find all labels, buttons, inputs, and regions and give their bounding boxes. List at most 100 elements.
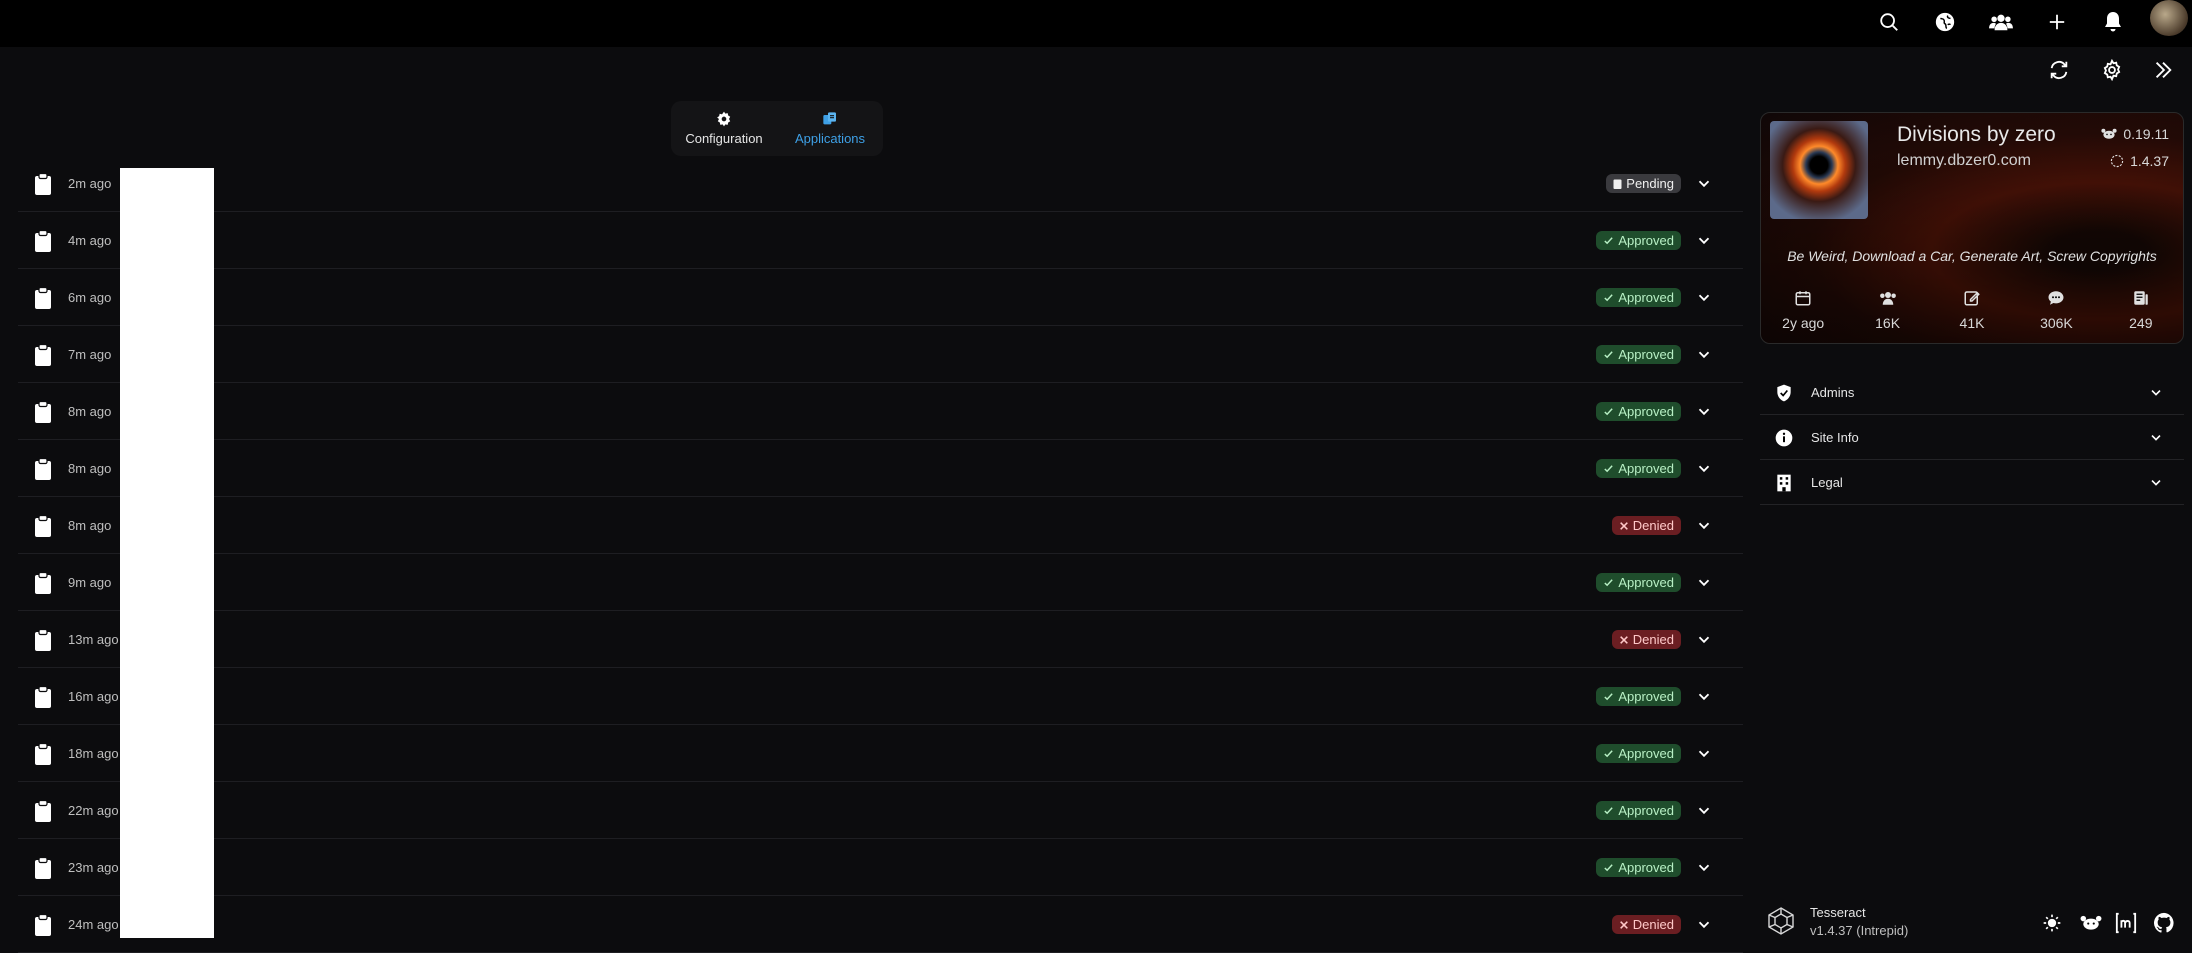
chevron-down-icon[interactable] [1695,916,1713,934]
chevron-down-icon[interactable] [1695,745,1713,763]
clipboard-icon [34,230,52,252]
application-row[interactable]: 4m ago Approved [18,212,1743,269]
check-icon [1603,463,1614,474]
top-navbar [0,0,2192,47]
app-footer: Tesseract v1.4.37 (Intrepid) [1760,896,2192,938]
tab-applications-label: Applications [794,131,866,146]
status-label: Denied [1632,917,1674,932]
status-badge: Denied [1611,915,1681,934]
status-badge: Approved [1596,744,1681,763]
site-stats: 2y ago 16K 41K 306K 249 [1761,289,2183,331]
application-time: 22m ago [68,803,119,818]
application-time: 13m ago [68,632,119,647]
chevron-down-icon[interactable] [1695,232,1713,250]
edit-icon [1963,289,1981,307]
status-label: Approved [1618,746,1674,761]
status-label: Approved [1618,404,1674,419]
application-row[interactable]: 8m ago Approved [18,383,1743,440]
application-row[interactable]: 18m ago Approved [18,725,1743,782]
application-time: 9m ago [68,575,112,590]
accordion-site-info[interactable]: Site Info [1760,416,2184,460]
applications-list: 2m ago Pending 4m ago Approved 6m ago Approve… [18,155,1743,953]
check-icon [1603,577,1614,588]
lemmy-icon[interactable] [2080,912,2102,934]
status-label: Pending [1626,176,1674,191]
application-time: 24m ago [68,917,119,932]
application-row[interactable]: 8m ago Approved [18,440,1743,497]
site-logo [1770,121,1868,219]
x-icon [1619,920,1629,930]
github-icon[interactable] [2153,912,2175,934]
search-icon[interactable] [1873,6,1905,38]
stat-comments-value: 306K [2040,315,2073,331]
application-row[interactable]: 6m ago Approved [18,269,1743,326]
chevron-down-icon [2148,430,2164,446]
check-icon [1603,406,1614,417]
matrix-icon[interactable] [2115,912,2137,934]
plus-icon[interactable] [2041,6,2073,38]
sun-icon[interactable] [2041,912,2063,934]
chevron-down-icon[interactable] [1695,346,1713,364]
application-time: 8m ago [68,461,112,476]
application-row[interactable]: 7m ago Approved [18,326,1743,383]
chevron-down-icon[interactable] [1695,859,1713,877]
chevron-down-icon[interactable] [1695,802,1713,820]
x-icon [1619,635,1629,645]
accordion-legal[interactable]: Legal [1760,461,2184,505]
clipboard-icon [34,914,52,936]
clipboard-icon [34,800,52,822]
status-label: Approved [1618,575,1674,590]
application-row[interactable]: 9m ago Approved [18,554,1743,611]
chevron-down-icon[interactable] [1695,289,1713,307]
check-icon [1603,748,1614,759]
tab-configuration[interactable]: Configuration [671,101,777,156]
shield-check-icon [1774,383,1794,403]
clipboard-icon [34,344,52,366]
application-row[interactable]: 23m ago Approved [18,839,1743,896]
building-icon [1774,473,1794,493]
accordion-admins-label: Admins [1811,385,1855,400]
check-icon [1603,235,1614,246]
refresh-icon[interactable] [2044,55,2074,85]
stat-created: 2y ago [1761,289,1845,331]
chevron-down-icon[interactable] [1695,175,1713,193]
application-row[interactable]: 8m ago Denied [18,497,1743,554]
application-row[interactable]: 16m ago Approved [18,668,1743,725]
lemmy-version-label: 0.19.11 [2123,126,2169,142]
users-icon[interactable] [1985,6,2017,38]
globe-icon[interactable] [1929,6,1961,38]
status-badge: Pending [1606,174,1681,193]
chevron-down-icon[interactable] [1695,403,1713,421]
redacted-block [120,168,214,938]
stat-communities: 249 [2099,289,2183,331]
users-icon [1878,289,1898,307]
tab-applications[interactable]: Applications [777,101,883,156]
application-row[interactable]: 24m ago Denied [18,896,1743,953]
avatar[interactable] [2150,0,2188,36]
bell-icon[interactable] [2097,6,2129,38]
calendar-icon [1794,289,1812,307]
admin-tabs: Configuration Applications [671,101,883,156]
clipboard-icon [34,572,52,594]
gear-icon[interactable] [2097,55,2127,85]
application-row[interactable]: 2m ago Pending [18,155,1743,212]
application-time: 23m ago [68,860,119,875]
status-label: Approved [1618,233,1674,248]
application-row[interactable]: 13m ago Denied [18,611,1743,668]
stat-users: 16K [1845,289,1929,331]
chevron-down-icon[interactable] [1695,688,1713,706]
chevron-down-icon[interactable] [1695,631,1713,649]
stat-users-value: 16K [1875,315,1901,331]
status-badge: Approved [1596,687,1681,706]
chevron-down-icon[interactable] [1695,460,1713,478]
double-chevron-right-icon[interactable] [2148,55,2178,85]
chevron-down-icon[interactable] [1695,517,1713,535]
accordion-admins[interactable]: Admins [1760,371,2184,415]
application-row[interactable]: 22m ago Approved [18,782,1743,839]
status-badge: Approved [1596,288,1681,307]
clipboard-icon [34,743,52,765]
status-badge: Denied [1611,516,1681,535]
posts-icon [2132,289,2150,307]
chevron-down-icon[interactable] [1695,574,1713,592]
stat-communities-value: 249 [2129,315,2153,331]
